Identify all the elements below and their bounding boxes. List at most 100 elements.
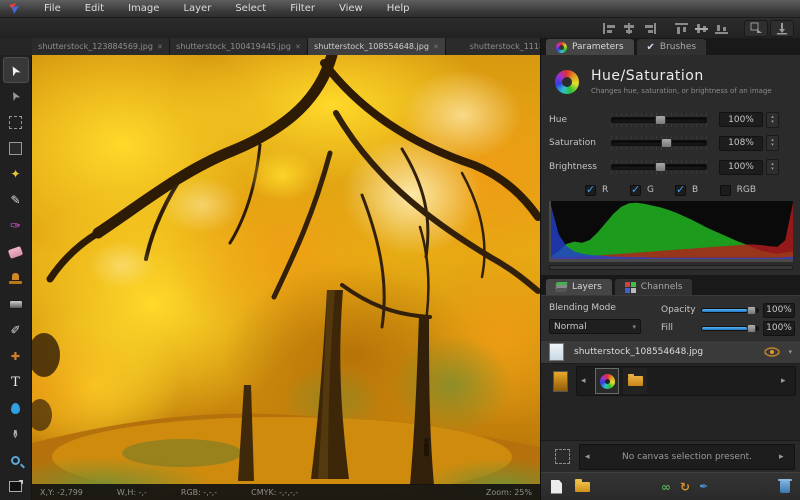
brightness-label: Brightness	[541, 162, 611, 172]
retouch-tool[interactable]: ✐	[3, 317, 29, 343]
align-right-icon[interactable]	[640, 21, 658, 36]
saturation-slider[interactable]	[611, 136, 707, 150]
edit-mask-icon[interactable]: ✒	[699, 480, 708, 493]
tab-document-3-active[interactable]: shutterstock_108554648.jpg ✕	[308, 38, 446, 55]
scroll-left-icon[interactable]: ◂	[585, 452, 595, 462]
menu-edit[interactable]: Edit	[73, 0, 116, 18]
add-adjustment-icon[interactable]: ↻	[680, 480, 690, 494]
saturation-value-field[interactable]: 108%	[719, 136, 763, 151]
align-center-icon[interactable]	[620, 21, 638, 36]
tab-close-icon[interactable]: ✕	[157, 43, 163, 51]
align-bottom-icon[interactable]	[712, 21, 730, 36]
tab-close-icon[interactable]: ✕	[295, 43, 301, 51]
effect-source-thumbnail[interactable]	[553, 371, 568, 392]
droplet-icon	[11, 403, 20, 414]
pen-tool[interactable]: ✎	[3, 187, 29, 213]
menu-view[interactable]: View	[327, 0, 375, 18]
gradient-tool[interactable]	[3, 291, 29, 317]
channel-r-checkbox[interactable]: R	[585, 185, 621, 196]
align-middle-icon[interactable]	[692, 21, 710, 36]
menu-file[interactable]: File	[32, 0, 73, 18]
new-layer-icon[interactable]	[551, 480, 562, 494]
tab-close-icon[interactable]: ✕	[433, 43, 439, 51]
blur-tool[interactable]	[3, 395, 29, 421]
brightness-slider-handle[interactable]	[655, 162, 666, 172]
delete-layer-icon[interactable]	[780, 481, 790, 493]
hue-saturation-effect-item[interactable]	[595, 368, 619, 394]
layer-thumbnail	[549, 343, 564, 361]
blending-controls: Blending Mode Opacity 100% ▴▾ Normal ▾ F…	[541, 295, 800, 340]
magic-wand-tool[interactable]: ✦	[3, 161, 29, 187]
align-top-icon[interactable]	[672, 21, 690, 36]
brightness-stepper[interactable]: ▴▾	[766, 159, 779, 175]
eyedropper-tool[interactable]: ✒	[3, 421, 29, 447]
layers-list-empty-area	[541, 398, 800, 440]
slice-tool-button[interactable]	[744, 20, 768, 37]
fill-value-field[interactable]: 100%	[763, 321, 795, 336]
opacity-slider[interactable]	[701, 308, 759, 313]
brightness-slider[interactable]	[611, 160, 707, 174]
canvas-size-tool[interactable]	[3, 473, 29, 499]
menu-layer[interactable]: Layer	[171, 0, 223, 18]
tab-channels-label: Channels	[641, 282, 683, 292]
layer-row-selected[interactable]: shutterstock_108554648.jpg ▾	[541, 340, 800, 364]
tab-channels[interactable]: Channels	[615, 279, 693, 295]
tab-parameters-label: Parameters	[572, 42, 624, 52]
direct-select-tool[interactable]: ➤	[3, 83, 29, 109]
tab-parameters[interactable]: Parameters	[546, 39, 634, 55]
new-group-icon[interactable]	[575, 482, 590, 492]
saturation-stepper[interactable]: ▴▾	[766, 135, 779, 151]
parameters-tab-bar: Parameters ✔ Brushes	[541, 38, 800, 55]
channel-b-checkbox[interactable]: B	[675, 185, 711, 196]
layer-name: shutterstock_108554648.jpg	[574, 347, 764, 357]
blending-mode-select[interactable]: Normal ▾	[549, 319, 641, 334]
opacity-value-field[interactable]: 100%	[763, 303, 795, 318]
tab-document-2[interactable]: shutterstock_100419445.jpg ✕	[170, 38, 308, 55]
tab-document-4[interactable]: shutterstock_1118024	[446, 38, 540, 55]
tab-document-1[interactable]: shutterstock_123884569.jpg ✕	[32, 38, 170, 55]
move-tool[interactable]: ➤	[3, 57, 29, 83]
fill-slider-handle[interactable]	[747, 324, 756, 333]
top-toolbar	[0, 18, 800, 38]
eraser-tool[interactable]	[3, 239, 29, 265]
scroll-right-icon[interactable]: ▸	[779, 452, 789, 462]
selection-message: No canvas selection present.	[595, 452, 779, 462]
hue-value-field[interactable]: 100%	[719, 112, 763, 127]
selection-marquee-icon	[555, 449, 570, 464]
tab-layers[interactable]: Layers	[546, 279, 612, 295]
blending-mode-cell: Normal ▾	[549, 319, 661, 337]
marquee-tool[interactable]	[3, 109, 29, 135]
clone-stamp-tool[interactable]	[3, 265, 29, 291]
type-tool[interactable]: T	[3, 369, 29, 395]
hue-slider[interactable]	[611, 113, 707, 127]
menu-filter[interactable]: Filter	[278, 0, 327, 18]
effect-thumbnail-item[interactable]	[623, 368, 647, 394]
menu-select[interactable]: Select	[223, 0, 278, 18]
layer-visibility-eye-icon[interactable]	[764, 347, 780, 357]
menu-image[interactable]: Image	[116, 0, 171, 18]
hue-slider-handle[interactable]	[655, 115, 666, 125]
channel-rgb-checkbox[interactable]: RGB	[720, 185, 756, 196]
canvas-viewport[interactable]: X,Y: -2,799 W,H: -,- RGB: -,-,- CMYK: -,…	[32, 55, 540, 500]
eraser-icon	[8, 246, 23, 259]
link-layers-icon[interactable]: ∞	[661, 480, 671, 494]
align-left-icon[interactable]	[600, 21, 618, 36]
hue-stepper[interactable]: ▴▾	[766, 112, 779, 128]
healing-tool[interactable]: ✚	[3, 343, 29, 369]
hue-slider-row: Hue 100% ▴▾	[541, 109, 800, 131]
zoom-tool[interactable]	[3, 447, 29, 473]
export-button[interactable]	[770, 20, 794, 37]
brightness-value-field[interactable]: 100%	[719, 160, 763, 175]
brush-tool[interactable]: ✑	[3, 213, 29, 239]
fill-slider[interactable]	[701, 326, 759, 331]
transform-tool[interactable]	[3, 135, 29, 161]
layer-options-chevron-icon[interactable]: ▾	[788, 348, 792, 356]
scroll-left-icon[interactable]: ◂	[581, 376, 591, 386]
scroll-right-icon[interactable]: ▸	[781, 376, 791, 386]
menu-help[interactable]: Help	[375, 0, 422, 18]
layers-tab-bar: Layers Channels	[541, 275, 800, 295]
channel-g-checkbox[interactable]: G	[630, 185, 666, 196]
saturation-slider-handle[interactable]	[661, 138, 672, 148]
tab-brushes[interactable]: ✔ Brushes	[637, 39, 707, 55]
opacity-slider-handle[interactable]	[747, 306, 756, 315]
